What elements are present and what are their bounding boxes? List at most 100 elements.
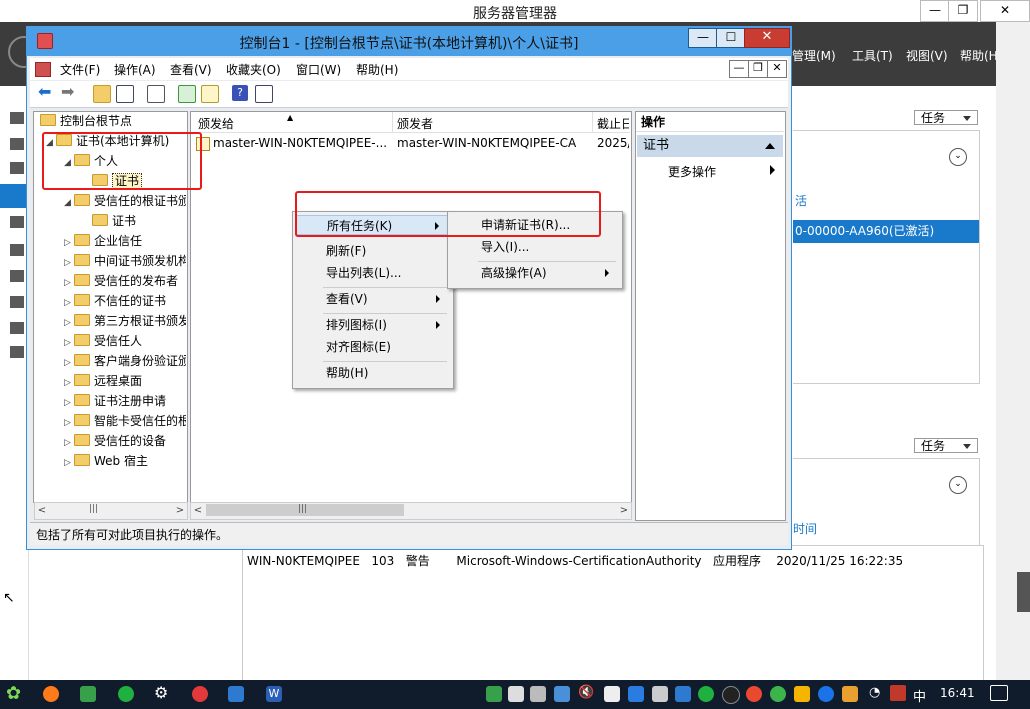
selected-row[interactable]: 0-00000-AA960(已激活) [793, 220, 979, 243]
qq-icon[interactable] [722, 686, 740, 704]
collapse-icon[interactable]: ◢ [64, 194, 74, 210]
cert-expiration[interactable]: 2025/ [597, 136, 629, 150]
taskbar-clock[interactable]: 16:41 [940, 686, 975, 700]
column-separator[interactable] [592, 112, 593, 132]
tray-app-icon[interactable] [842, 686, 858, 702]
printer-icon[interactable] [530, 686, 546, 702]
menu-tools[interactable]: 工具(T) [852, 47, 893, 64]
notification-icon[interactable] [990, 685, 1008, 701]
power-icon[interactable] [628, 686, 644, 702]
expand-icon[interactable]: ▷ [64, 374, 74, 390]
minimize-button[interactable]: — [920, 0, 950, 22]
scroll-left-icon[interactable]: < [35, 503, 49, 518]
menu-favorites[interactable]: 收藏夹(O) [226, 61, 281, 78]
tree-item[interactable]: ▷ 中间证书颁发机构 [64, 252, 186, 270]
tree-item[interactable]: ▷ Web 宿主 [64, 452, 186, 470]
scrollbar-thumb[interactable]: ||| [206, 504, 404, 516]
nav-selected-item[interactable] [0, 184, 28, 208]
refresh-icon[interactable] [178, 85, 196, 103]
photos-icon[interactable] [228, 686, 244, 702]
tray-app-icon[interactable] [604, 686, 620, 702]
tree-item[interactable]: ▷ 第三方根证书颁发机构 [64, 312, 186, 330]
event-row[interactable]: WIN-N0KTEMQIPEE 103 警告 Microsoft-Windows… [247, 552, 903, 569]
tray-app-icon[interactable] [675, 686, 691, 702]
bluetooth-icon[interactable] [818, 686, 834, 702]
scroll-right-icon[interactable]: > [617, 503, 631, 518]
expand-icon[interactable]: ▷ [64, 274, 74, 290]
menu-view[interactable]: 视图(V) [906, 47, 948, 64]
shield-icon[interactable] [794, 686, 810, 702]
ctx-view[interactable]: 查看(V) [296, 289, 448, 309]
local-server-icon[interactable] [10, 138, 24, 150]
menu-action[interactable]: 操作(A) [114, 61, 156, 78]
tray-app-icon[interactable] [486, 686, 502, 702]
ctx-export-list[interactable]: 导出列表(L)... [296, 263, 448, 283]
app-icon[interactable] [118, 686, 134, 702]
scroll-right-icon[interactable]: > [173, 503, 187, 518]
import-certificate[interactable]: 导入(I)... [451, 237, 617, 257]
tree-item[interactable]: ▷ 受信任人 [64, 332, 186, 350]
column-issued-by[interactable]: 颁发者 [397, 115, 433, 132]
expand-icon[interactable]: ▷ [64, 414, 74, 430]
console-minimize-button[interactable]: — [688, 28, 718, 48]
restore-button[interactable]: ❐ [948, 0, 978, 22]
console-close-button[interactable]: ✕ [744, 28, 790, 48]
menu-file[interactable]: 文件(F) [60, 61, 100, 78]
app-icon[interactable] [192, 686, 208, 702]
tree-item[interactable]: ◢ 受信任的根证书颁发机构 [64, 192, 186, 210]
tree-item[interactable]: ▷ 远程桌面 [64, 372, 186, 390]
tree-item[interactable]: ▷ 证书注册申请 [64, 392, 186, 410]
dashboard-icon[interactable] [10, 112, 24, 124]
tree-item[interactable]: ▷ 受信任的发布者 [64, 272, 186, 290]
expand-icon[interactable]: ▷ [64, 294, 74, 310]
scroll-grip-icon[interactable]: ||| [89, 504, 98, 514]
tray-app-icon[interactable] [554, 686, 570, 702]
expand-icon[interactable]: ▷ [64, 354, 74, 370]
volume-muted-icon[interactable]: 🔇 [578, 685, 594, 700]
menu-manage[interactable]: 管理(M) [792, 47, 836, 64]
expand-icon[interactable]: ▷ [64, 334, 74, 350]
show-action-pane-icon[interactable] [255, 85, 273, 103]
help-icon[interactable]: ? [232, 85, 248, 101]
role-icon[interactable] [10, 270, 24, 282]
start-icon[interactable]: ✿ [6, 684, 21, 704]
expand-icon[interactable]: ▷ [64, 314, 74, 330]
ctx-line-up-icons[interactable]: 对齐图标(E) [296, 337, 448, 357]
network-icon[interactable]: ◔ [869, 685, 880, 700]
actions-section-certificate[interactable]: 证书 [637, 135, 783, 157]
column-separator[interactable] [392, 112, 393, 132]
ctx-arrange-icons[interactable]: 排列图标(I) [296, 315, 448, 335]
expand-icon[interactable]: ▷ [64, 454, 74, 470]
expand-icon[interactable]: ▷ [64, 434, 74, 450]
all-servers-icon[interactable] [10, 162, 24, 174]
wechat-icon[interactable] [770, 686, 786, 702]
expand-icon[interactable]: ▷ [64, 394, 74, 410]
menu-help[interactable]: 帮助(H) [356, 61, 398, 78]
forward-arrow-icon[interactable]: ➡ [61, 84, 74, 100]
column-expiration[interactable]: 截止日 [597, 115, 629, 132]
more-actions[interactable]: 更多操作 [668, 163, 716, 180]
cert-issued-to[interactable]: master-WIN-N0KTEMQIPEE-... [213, 136, 387, 150]
firefox-icon[interactable] [43, 686, 59, 702]
tasks-dropdown[interactable]: 任务 [914, 110, 978, 125]
scrollbar-thumb[interactable] [1017, 572, 1030, 612]
tree-item[interactable]: 证书 [82, 212, 186, 230]
expand-icon[interactable]: ▷ [64, 234, 74, 250]
inner-minimize-button[interactable]: — [729, 60, 749, 78]
tray-app-icon[interactable] [746, 686, 762, 702]
tree-root[interactable]: 控制台根节点 [40, 112, 132, 130]
tasks-dropdown[interactable]: 任务 [914, 438, 978, 453]
tree-item[interactable]: ▷ 企业信任 [64, 232, 186, 250]
properties-icon[interactable] [147, 85, 165, 103]
scroll-left-icon[interactable]: < [191, 503, 205, 518]
menu-view[interactable]: 查看(V) [170, 61, 212, 78]
app-icon[interactable] [80, 686, 96, 702]
export-list-icon[interactable] [201, 85, 219, 103]
role-icon[interactable] [10, 244, 24, 256]
expand-icon[interactable]: ▷ [64, 254, 74, 270]
close-button[interactable]: ✕ [980, 0, 1030, 22]
input-method-indicator[interactable]: 中 [913, 686, 926, 705]
back-arrow-icon[interactable]: ⬅ [38, 84, 51, 100]
tray-app-icon[interactable] [698, 686, 714, 702]
column-issued-to[interactable]: 颁发给 [198, 115, 234, 132]
